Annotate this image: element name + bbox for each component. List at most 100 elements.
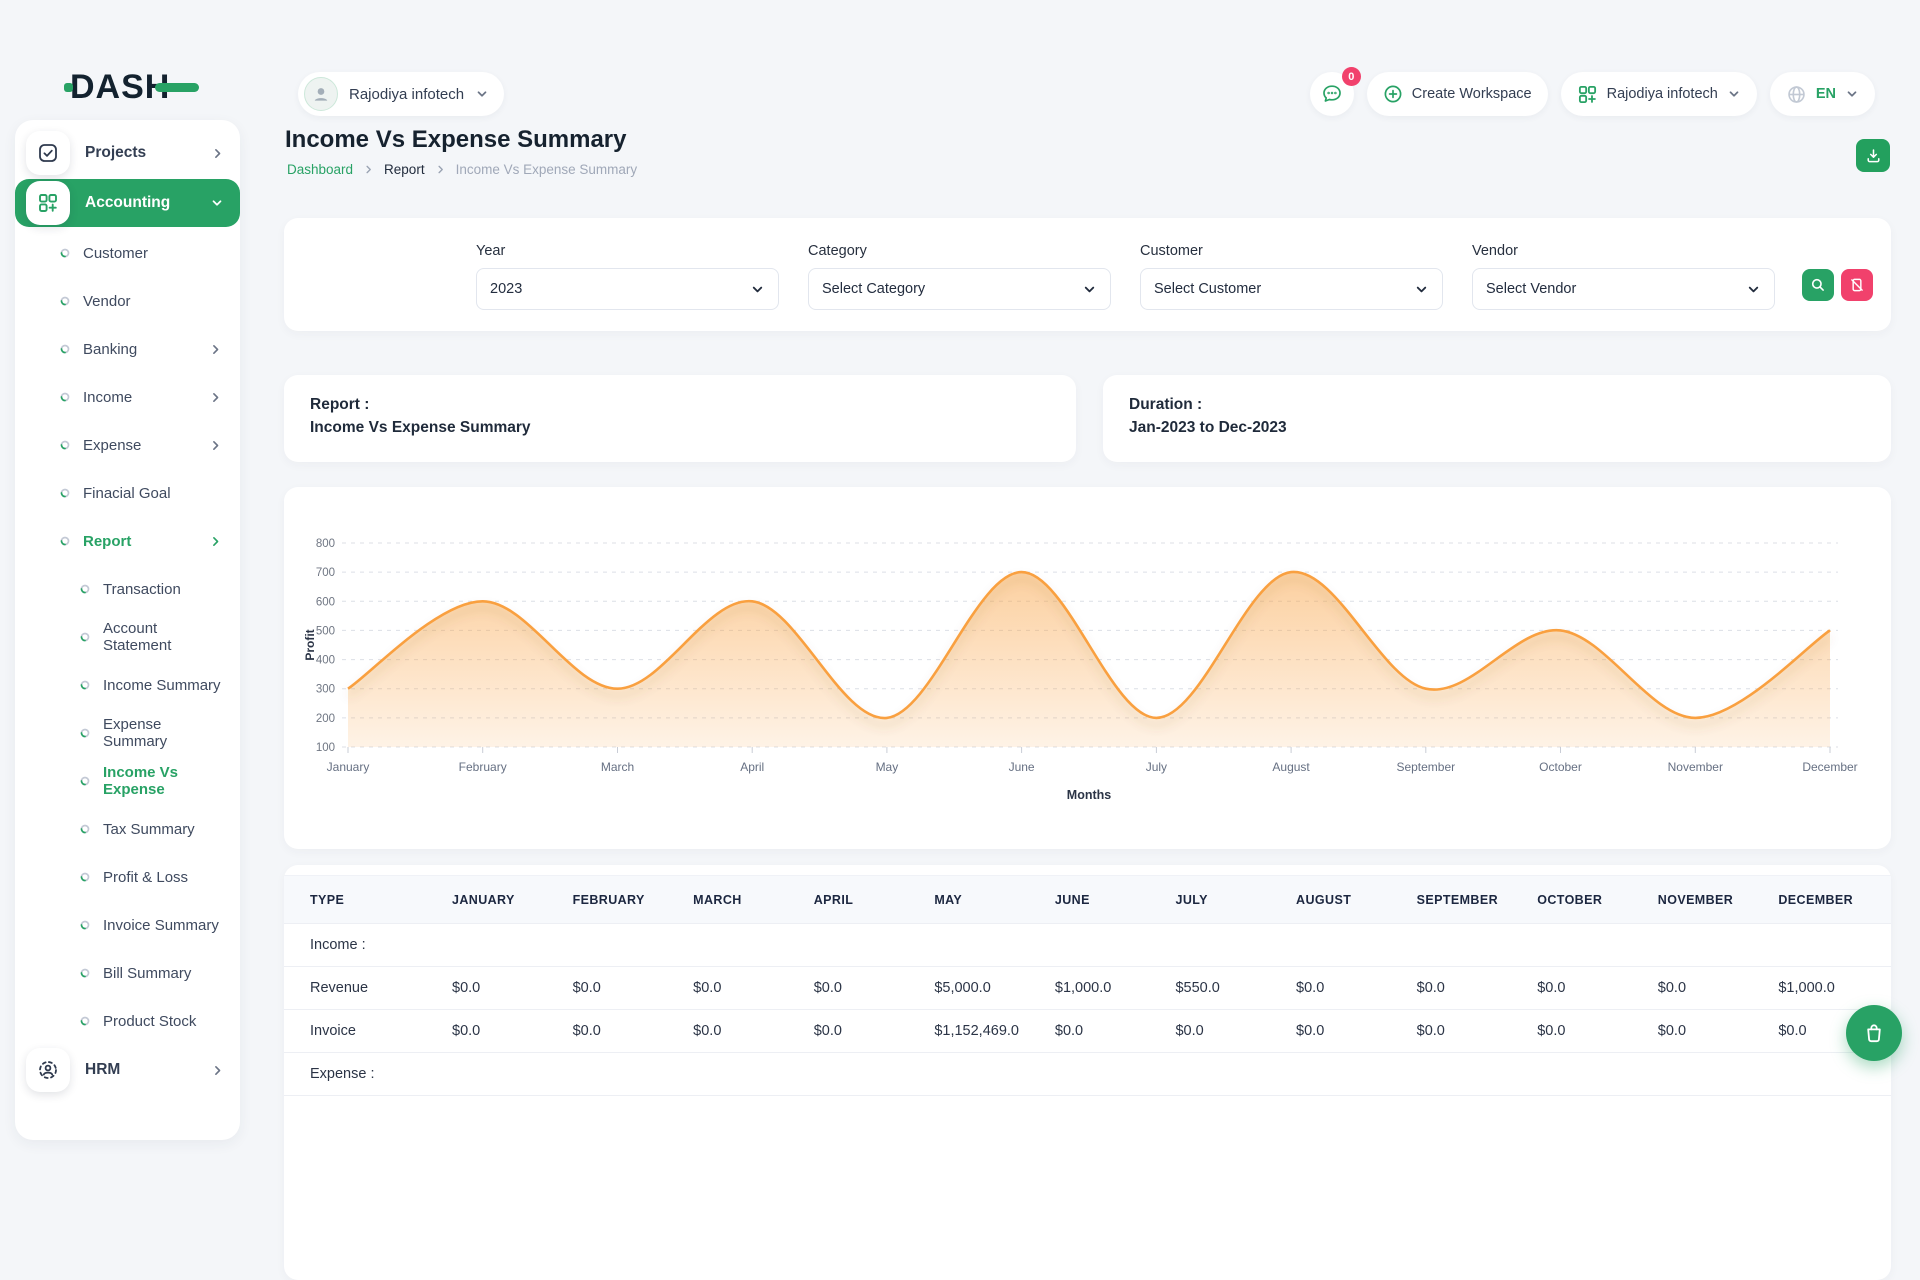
download-icon bbox=[1865, 147, 1882, 164]
chevron-down-icon bbox=[1082, 282, 1097, 297]
svg-text:400: 400 bbox=[316, 655, 335, 667]
sidebar-item-expense[interactable]: Expense bbox=[15, 421, 240, 469]
cell: $0.0 bbox=[444, 967, 565, 1010]
sidebar-item-income-vs-expense[interactable]: Income Vs Expense bbox=[15, 757, 240, 805]
column-header-august: AUGUST bbox=[1288, 876, 1409, 924]
duration-card-title: Duration : bbox=[1129, 393, 1865, 416]
dot-circle-icon bbox=[60, 392, 70, 402]
filter-label: Customer bbox=[1140, 243, 1443, 259]
dot-circle-icon bbox=[60, 296, 70, 306]
brand-logo[interactable]: DASH bbox=[64, 68, 199, 107]
chevron-right-icon bbox=[363, 164, 374, 175]
cell: $0.0 bbox=[565, 967, 686, 1010]
svg-text:April: April bbox=[740, 760, 764, 774]
table-row-revenue: Revenue$0.0$0.0$0.0$0.0$5,000.0$1,000.0$… bbox=[284, 967, 1891, 1010]
chart-card: 100200300400500600700800JanuaryFebruaryM… bbox=[284, 487, 1891, 849]
cell: $0.0 bbox=[685, 1010, 806, 1053]
sidebar-item-profit-loss[interactable]: Profit & Loss bbox=[15, 853, 240, 901]
sidebar-item-expense-summary[interactable]: Expense Summary bbox=[15, 709, 240, 757]
sidebar-item-report[interactable]: Report bbox=[15, 517, 240, 565]
svg-text:March: March bbox=[601, 760, 634, 774]
reset-filter-button[interactable] bbox=[1841, 269, 1873, 301]
dot-circle-icon bbox=[80, 920, 90, 930]
sidebar-item-invoice-summary[interactable]: Invoice Summary bbox=[15, 901, 240, 949]
filter-field-year: Year2023 bbox=[476, 243, 779, 310]
dot-circle-icon bbox=[60, 248, 70, 258]
vendor-select[interactable]: Select Vendor bbox=[1472, 268, 1775, 310]
chevron-down-icon bbox=[475, 87, 489, 101]
svg-text:800: 800 bbox=[316, 538, 335, 550]
cell: $0.0 bbox=[444, 1010, 565, 1053]
plus-circle-icon bbox=[1383, 84, 1403, 104]
filter-field-category: CategorySelect Category bbox=[808, 243, 1111, 310]
sidebar-item-projects[interactable]: Projects bbox=[15, 129, 240, 177]
year-select[interactable]: 2023 bbox=[476, 268, 779, 310]
dot-circle-icon bbox=[60, 344, 70, 354]
column-header-may: MAY bbox=[926, 876, 1047, 924]
svg-text:January: January bbox=[327, 760, 370, 774]
cell: $0.0 bbox=[1650, 1010, 1771, 1053]
chevron-down-icon bbox=[1845, 87, 1859, 101]
dot-circle-icon bbox=[80, 632, 90, 642]
dot-circle-icon bbox=[80, 728, 90, 738]
create-workspace-button[interactable]: Create Workspace bbox=[1367, 72, 1548, 116]
avatar bbox=[304, 77, 338, 111]
sidebar-item-hrm[interactable]: HRM bbox=[15, 1046, 240, 1094]
workspace-menu-button[interactable]: Rajodiya infotech bbox=[1561, 72, 1757, 116]
column-header-june: JUNE bbox=[1047, 876, 1168, 924]
chevron-right-icon bbox=[209, 391, 222, 404]
logo-dot-icon bbox=[64, 83, 73, 92]
filter-field-customer: Customer Select Customer bbox=[1140, 243, 1443, 310]
dot-circle-icon bbox=[60, 344, 70, 354]
svg-text:Months: Months bbox=[1067, 788, 1111, 802]
sidebar-item-vendor[interactable]: Vendor bbox=[15, 277, 240, 325]
user-scan-icon bbox=[26, 1048, 70, 1092]
shopping-bag-icon bbox=[1862, 1021, 1886, 1045]
apply-filter-button[interactable] bbox=[1802, 269, 1834, 301]
dot-circle-icon bbox=[80, 584, 90, 594]
dot-circle-icon bbox=[80, 824, 90, 834]
sidebar-item-product-stock[interactable]: Product Stock bbox=[15, 997, 240, 1045]
svg-text:May: May bbox=[876, 760, 899, 774]
sidebar-item-income-summary[interactable]: Income Summary bbox=[15, 661, 240, 709]
sidebar-item-banking[interactable]: Banking bbox=[15, 325, 240, 373]
sidebar-item-account-statement[interactable]: Account Statement bbox=[15, 613, 240, 661]
sidebar-item-income[interactable]: Income bbox=[15, 373, 240, 421]
column-header-december: DECEMBER bbox=[1770, 876, 1891, 924]
language-button[interactable]: EN bbox=[1770, 72, 1875, 116]
svg-text:200: 200 bbox=[316, 713, 335, 725]
breadcrumb-report[interactable]: Report bbox=[384, 162, 425, 177]
customer-select[interactable]: Select Customer bbox=[1140, 268, 1443, 310]
svg-text:500: 500 bbox=[316, 625, 335, 637]
chat-badge: 0 bbox=[1342, 67, 1361, 86]
dot-circle-icon bbox=[80, 680, 90, 690]
category-select[interactable]: Select Category bbox=[808, 268, 1111, 310]
workspace-switcher[interactable]: Rajodiya infotech bbox=[298, 72, 504, 116]
dot-circle-icon bbox=[80, 824, 90, 834]
chevron-right-icon bbox=[211, 1064, 224, 1077]
breadcrumb-dashboard[interactable]: Dashboard bbox=[287, 162, 353, 177]
column-header-october: OCTOBER bbox=[1529, 876, 1650, 924]
chevron-right-icon bbox=[211, 147, 224, 160]
dot-circle-icon bbox=[60, 488, 70, 498]
filter-field-vendor: VendorSelect Vendor bbox=[1472, 243, 1775, 310]
sidebar-item-bill-summary[interactable]: Bill Summary bbox=[15, 949, 240, 997]
summary-table-card: TYPEJANUARYFEBRUARYMARCHAPRILMAYJUNEJULY… bbox=[284, 865, 1891, 1280]
dot-circle-icon bbox=[60, 248, 70, 258]
dot-circle-icon bbox=[60, 536, 70, 546]
sidebar-item-finacial-goal[interactable]: Finacial Goal bbox=[15, 469, 240, 517]
breadcrumb-current: Income Vs Expense Summary bbox=[456, 162, 638, 177]
sidebar-item-accounting[interactable]: Accounting bbox=[15, 179, 240, 227]
dot-circle-icon bbox=[80, 1016, 90, 1026]
cell: $5,000.0 bbox=[926, 967, 1047, 1010]
sidebar-item-transaction[interactable]: Transaction bbox=[15, 565, 240, 613]
cart-fab-button[interactable] bbox=[1846, 1005, 1902, 1061]
cell: $0.0 bbox=[1529, 1010, 1650, 1053]
svg-text:September: September bbox=[1396, 760, 1455, 774]
row-label: Revenue bbox=[284, 967, 444, 1010]
sidebar-item-customer[interactable]: Customer bbox=[15, 229, 240, 277]
svg-text:October: October bbox=[1539, 760, 1582, 774]
sidebar-item-tax-summary[interactable]: Tax Summary bbox=[15, 805, 240, 853]
messages-button[interactable]: 0 bbox=[1310, 72, 1354, 116]
download-button[interactable] bbox=[1856, 139, 1890, 172]
